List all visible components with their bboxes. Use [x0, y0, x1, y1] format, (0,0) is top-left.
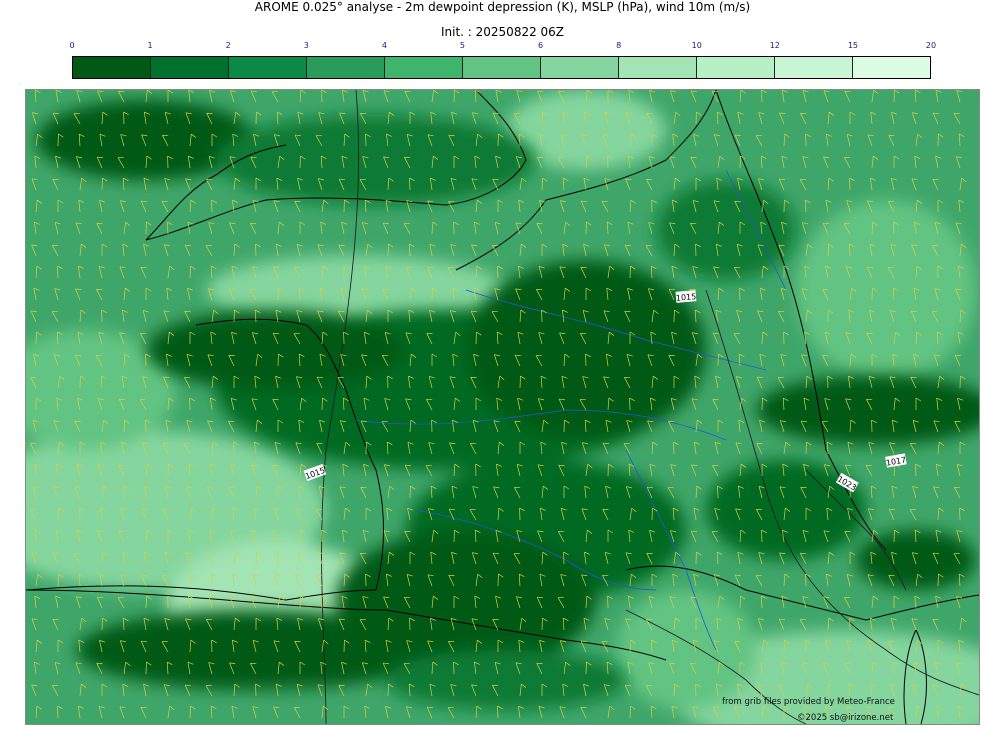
- colorbar-tick-label: 1: [147, 41, 153, 50]
- colorbar-tick-label: 2: [225, 41, 231, 50]
- colorbar-segment: [73, 57, 151, 78]
- isobar-label-text: 1015: [676, 292, 697, 303]
- colorbar-tick-label: 3: [303, 41, 309, 50]
- colorbar-tick-label: 15: [847, 41, 858, 50]
- colorbar-tick-label: 6: [537, 41, 544, 50]
- colorbar-segment: [697, 57, 775, 78]
- colorbar-tick-label: 10: [691, 41, 702, 50]
- isobar-label: 1015: [676, 290, 697, 303]
- map-canvas: 1015 1015 1017 1023: [26, 90, 979, 724]
- colorbar: [72, 56, 931, 79]
- colorbar-tick-label: 0: [69, 41, 75, 50]
- init-time: Init. : 20250822 06Z: [440, 25, 565, 39]
- colorbar-segment: [385, 57, 463, 78]
- colorbar-tick-label: 5: [459, 41, 465, 50]
- colorbar-tick-label: 8: [616, 41, 622, 50]
- copyright-credit: ©2025 sb@irizone.net: [797, 713, 894, 723]
- colorbar-segment: [307, 57, 385, 78]
- colorbar-segment: [775, 57, 853, 78]
- map-panel: 1015 1015 1017 1023: [25, 89, 980, 725]
- colorbar-tick-label: 4: [381, 41, 387, 50]
- colorbar-ticks: 0 1 2 3 4 5 6 8 10 12 15 20: [69, 41, 936, 53]
- colorbar-segment: [151, 57, 229, 78]
- colorbar-segment: [853, 57, 930, 78]
- colorbar-tick-label: 12: [769, 41, 780, 50]
- map-title: AROME 0.025° analyse - 2m dewpoint depre…: [254, 0, 751, 14]
- colorbar-tick-label: 20: [925, 41, 937, 50]
- colorbar-segment: [619, 57, 697, 78]
- colorbar-segment: [541, 57, 619, 78]
- source-credit: from grib files provided by Meteo-France: [722, 697, 895, 707]
- colorbar-segment: [229, 57, 307, 78]
- colorbar-segment: [463, 57, 541, 78]
